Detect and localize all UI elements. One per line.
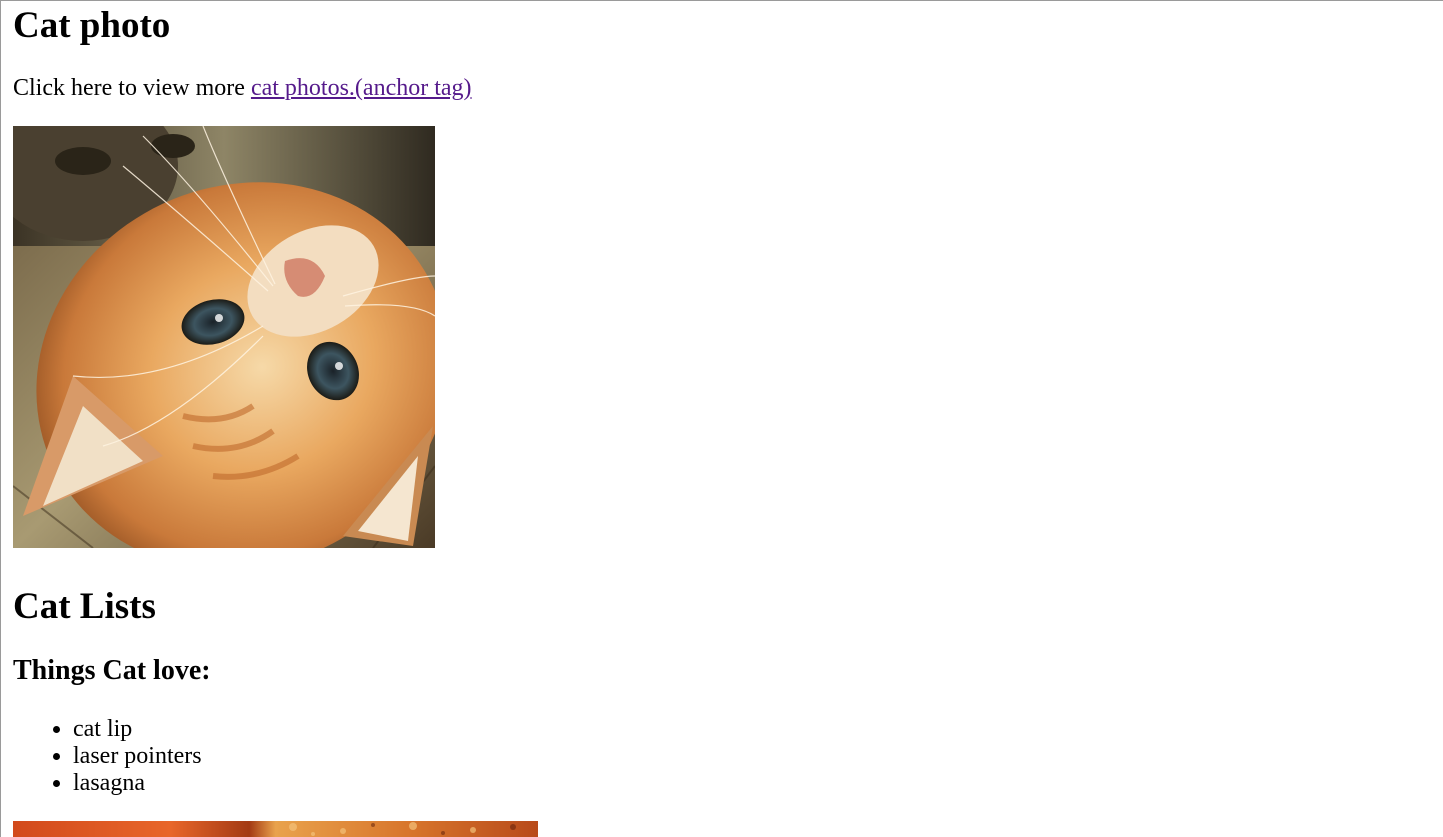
cat-love-list: cat lip laser pointers lasagna	[13, 716, 202, 797]
cat-photos-link[interactable]: cat photos.(anchor tag)	[251, 75, 472, 101]
page-title-cat-photo: Cat photo	[13, 5, 171, 46]
heading-things-cat-love: Things Cat love:	[13, 655, 211, 686]
list-item: lasagna	[73, 770, 202, 797]
list-item: laser pointers	[73, 743, 202, 770]
kitten-image[interactable]	[13, 126, 435, 548]
intro-text: Click here to view more	[13, 75, 251, 101]
heading-cat-lists: Cat Lists	[13, 586, 156, 627]
intro-paragraph: Click here to view more cat photos.(anch…	[13, 75, 472, 103]
list-item: cat lip	[73, 716, 202, 743]
lasagna-image[interactable]	[13, 821, 538, 837]
